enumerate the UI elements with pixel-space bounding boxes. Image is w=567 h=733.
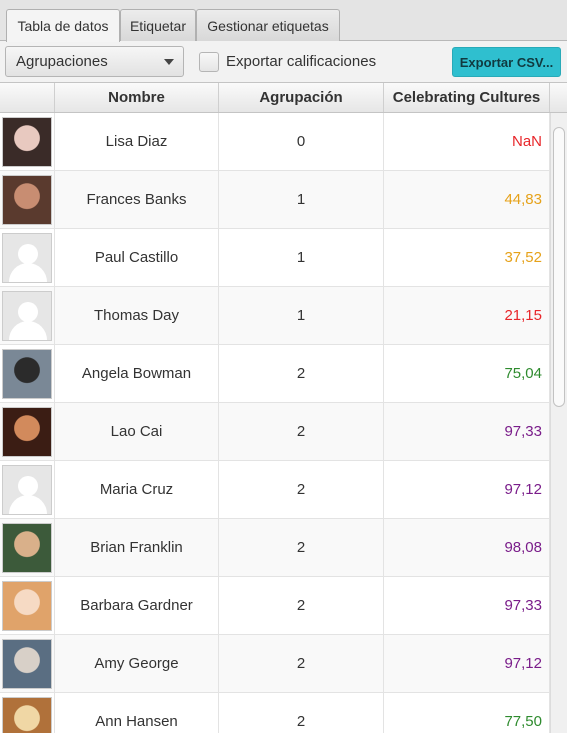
avatar [2,290,52,341]
student-name: Angela Bowman [55,345,219,402]
student-name: Paul Castillo [55,229,219,286]
avatar-photo [3,581,51,630]
student-name: Barbara Gardner [55,577,219,634]
table-row[interactable]: Lisa Diaz 0 NaN [0,113,550,171]
export-grades-checkbox[interactable] [199,52,219,72]
table-body: Lisa Diaz 0 NaN Frances Banks 1 44,83 Paul Cas… [0,113,550,733]
avatar-cell [0,345,55,402]
avatar [2,464,52,515]
table-row[interactable]: Thomas Day 1 21,15 [0,287,550,345]
grouping-combo-value: Agrupaciones [16,53,108,70]
group-value: 1 [219,171,384,228]
avatar [2,522,52,573]
tab-bar: Tabla de datos Etiquetar Gestionar etiqu… [0,0,567,42]
group-value: 2 [219,345,384,402]
user-silhouette-icon [3,291,51,340]
group-value: 2 [219,519,384,576]
student-name: Brian Franklin [55,519,219,576]
grade-value: 44,83 [384,171,550,228]
avatar-cell [0,403,55,460]
avatar-cell [0,461,55,518]
column-header-group[interactable]: Agrupación [219,83,384,112]
table-row[interactable]: Brian Franklin 2 98,08 [0,519,550,577]
tab-label[interactable]: Etiquetar [120,9,196,41]
table-row[interactable]: Lao Cai 2 97,33 [0,403,550,461]
grade-value: 97,12 [384,461,550,518]
avatar-cell [0,693,55,733]
grouping-combo[interactable]: Agrupaciones [5,46,184,77]
avatar-cell [0,171,55,228]
column-header-avatar[interactable] [0,83,55,112]
table-header: Nombre Agrupación Celebrating Cultures [0,83,567,113]
avatar-photo [3,639,51,688]
export-grades-label: Exportar calificaciones [226,53,377,70]
avatar [2,406,52,457]
avatar [2,174,52,225]
avatar-photo [3,523,51,572]
avatar-photo [3,175,51,224]
group-value: 1 [219,229,384,286]
grade-value: NaN [384,113,550,170]
student-name: Thomas Day [55,287,219,344]
user-silhouette-icon [3,233,51,282]
avatar [2,116,52,167]
table-row[interactable]: Frances Banks 1 44,83 [0,171,550,229]
avatar-photo [3,117,51,166]
scrollbar-thumb[interactable] [553,127,565,407]
student-name: Maria Cruz [55,461,219,518]
export-csv-button[interactable]: Exportar CSV... [452,47,561,77]
student-name: Frances Banks [55,171,219,228]
chevron-down-icon [164,59,174,65]
student-name: Lisa Diaz [55,113,219,170]
tab-data-table[interactable]: Tabla de datos [6,9,120,42]
avatar-cell [0,113,55,170]
table-row[interactable]: Paul Castillo 1 37,52 [0,229,550,287]
avatar-cell [0,577,55,634]
avatar-photo [3,407,51,456]
grade-value: 97,33 [384,403,550,460]
avatar [2,580,52,631]
avatar [2,638,52,689]
avatar [2,348,52,399]
avatar-photo [3,349,51,398]
table-row[interactable]: Ann Hansen 2 77,50 [0,693,550,733]
grades-table: Nombre Agrupación Celebrating Cultures L… [0,82,567,733]
table-row[interactable]: Barbara Gardner 2 97,33 [0,577,550,635]
group-value: 2 [219,693,384,733]
student-name: Lao Cai [55,403,219,460]
table-row[interactable]: Amy George 2 97,12 [0,635,550,693]
column-header-grade[interactable]: Celebrating Cultures [384,83,550,112]
vertical-scrollbar[interactable] [550,113,567,733]
avatar [2,696,52,733]
table-row[interactable]: Maria Cruz 2 97,12 [0,461,550,519]
avatar-cell [0,519,55,576]
tab-manage-labels[interactable]: Gestionar etiquetas [196,9,340,41]
table-row[interactable]: Angela Bowman 2 75,04 [0,345,550,403]
user-silhouette-icon [3,465,51,514]
grade-value: 75,04 [384,345,550,402]
column-header-name[interactable]: Nombre [55,83,219,112]
group-value: 2 [219,461,384,518]
group-value: 2 [219,577,384,634]
grade-value: 21,15 [384,287,550,344]
grade-value: 37,52 [384,229,550,286]
grade-value: 97,33 [384,577,550,634]
group-value: 2 [219,635,384,692]
grade-value: 77,50 [384,693,550,733]
avatar [2,232,52,283]
group-value: 2 [219,403,384,460]
avatar-cell [0,635,55,692]
group-value: 0 [219,113,384,170]
avatar-cell [0,287,55,344]
group-value: 1 [219,287,384,344]
student-name: Ann Hansen [55,693,219,733]
grade-value: 98,08 [384,519,550,576]
grade-value: 97,12 [384,635,550,692]
avatar-photo [3,697,51,733]
avatar-cell [0,229,55,286]
student-name: Amy George [55,635,219,692]
